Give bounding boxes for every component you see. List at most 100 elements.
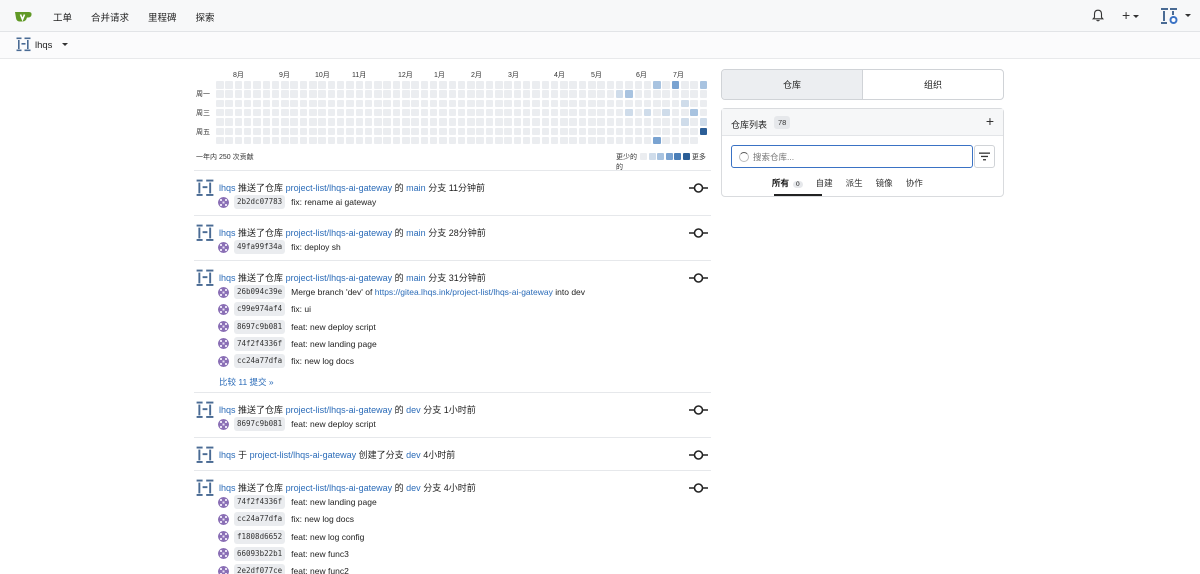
commit-author-avatar[interactable] bbox=[218, 513, 229, 525]
heatmap-cell bbox=[355, 118, 363, 126]
feed-branch-link[interactable]: dev bbox=[406, 405, 421, 415]
feed-user-link[interactable]: lhqs bbox=[219, 450, 236, 460]
feed-repo-link[interactable]: project-list/lhqs-ai-gateway bbox=[286, 483, 393, 493]
create-menu[interactable]: + bbox=[1122, 7, 1140, 23]
heatmap-month: 5月 bbox=[591, 72, 602, 79]
commit-sha[interactable]: 74f2f4336f bbox=[234, 495, 286, 509]
commit-sha[interactable]: c99e974af4 bbox=[234, 302, 286, 317]
commit-author-avatar[interactable] bbox=[218, 321, 229, 333]
feed-branch-link[interactable]: main bbox=[406, 183, 426, 193]
feed-branch-link[interactable]: main bbox=[406, 228, 426, 238]
repo-search-box[interactable] bbox=[731, 145, 973, 168]
commit-author-avatar[interactable] bbox=[218, 196, 229, 208]
nav-issues[interactable]: 工单 bbox=[53, 10, 72, 24]
merge-url-link[interactable]: https://gitea.lhqs.ink/project-list/lhqs… bbox=[375, 287, 553, 297]
commit-author-avatar[interactable] bbox=[218, 548, 229, 560]
heatmap-cell bbox=[281, 90, 289, 98]
user-avatar[interactable] bbox=[1160, 7, 1178, 25]
commit-author-avatar[interactable] bbox=[218, 241, 229, 253]
commit-sha[interactable]: 66093b22b1 bbox=[234, 546, 286, 561]
feed-repo-link[interactable]: project-list/lhqs-ai-gateway bbox=[286, 183, 393, 193]
heatmap-month: 1月 bbox=[434, 72, 445, 79]
commit-sha[interactable]: 49fa99f34a bbox=[234, 240, 286, 254]
commit-author-avatar[interactable] bbox=[218, 355, 229, 367]
feed-user-avatar[interactable] bbox=[196, 446, 214, 464]
heatmap-cell bbox=[355, 136, 363, 145]
feed-branch-link[interactable]: main bbox=[406, 273, 426, 283]
commit-sha[interactable]: 8697c9b081 bbox=[234, 319, 286, 334]
feed-item: lhqs 推送了仓库 project-list/lhqs-ai-gateway … bbox=[194, 392, 711, 437]
commit-sha[interactable]: 8697c9b081 bbox=[234, 417, 286, 431]
context-switcher-label[interactable]: lhqs bbox=[35, 40, 52, 51]
chevron-down-icon[interactable] bbox=[62, 43, 68, 46]
heatmap-cell bbox=[262, 81, 270, 89]
heatmap-cell bbox=[662, 108, 670, 117]
feed-user-avatar[interactable] bbox=[196, 179, 214, 197]
heatmap-cell bbox=[476, 136, 484, 145]
tab-organizations[interactable]: 组织 bbox=[863, 70, 1003, 99]
subtab-forks[interactable]: 派生 bbox=[846, 177, 863, 189]
commit-sha[interactable]: f1808d6652 bbox=[234, 529, 286, 544]
commit-author-avatar[interactable] bbox=[218, 338, 229, 350]
commit-author-avatar[interactable] bbox=[218, 531, 229, 543]
feed-user-avatar[interactable] bbox=[196, 224, 214, 242]
feed-user-link[interactable]: lhqs bbox=[219, 228, 236, 238]
heatmap-cell bbox=[541, 127, 549, 135]
feed-repo-link[interactable]: project-list/lhqs-ai-gateway bbox=[286, 228, 393, 238]
nav-explore[interactable]: 探索 bbox=[196, 10, 215, 24]
heatmap-cell bbox=[439, 99, 447, 108]
tab-repositories[interactable]: 仓库 bbox=[722, 70, 863, 99]
commit-sha[interactable]: 74f2f4336f bbox=[234, 336, 286, 351]
heatmap-cell bbox=[634, 99, 642, 108]
feed-user-avatar[interactable] bbox=[196, 269, 214, 287]
heatmap-cell bbox=[606, 136, 615, 145]
heatmap-cell bbox=[615, 108, 624, 117]
commit-sha[interactable]: 2b2dc07783 bbox=[234, 195, 286, 209]
commit-author-avatar[interactable] bbox=[218, 286, 229, 298]
feed-user-link[interactable]: lhqs bbox=[219, 405, 236, 415]
feed-repo-link[interactable]: project-list/lhqs-ai-gateway bbox=[250, 450, 357, 460]
compare-commits-link[interactable]: 比较 11 提交 » bbox=[219, 376, 274, 388]
feed-user-avatar[interactable] bbox=[196, 479, 214, 497]
commit-icon bbox=[689, 405, 708, 415]
feed-user-link[interactable]: lhqs bbox=[219, 183, 236, 193]
filter-button[interactable] bbox=[974, 145, 995, 168]
nav-pull-requests[interactable]: 合并请求 bbox=[91, 10, 129, 24]
commit-author-avatar[interactable] bbox=[218, 565, 229, 574]
feed-branch-link[interactable]: dev bbox=[406, 483, 421, 493]
heatmap-cell bbox=[578, 81, 587, 89]
feed-repo-link[interactable]: project-list/lhqs-ai-gateway bbox=[286, 405, 393, 415]
feed-user-link[interactable]: lhqs bbox=[219, 483, 236, 493]
chevron-down-icon[interactable] bbox=[1185, 14, 1191, 17]
commit-author-avatar[interactable] bbox=[218, 303, 229, 315]
subtab-collaborative[interactable]: 协作 bbox=[906, 177, 923, 189]
heatmap-cell bbox=[318, 136, 326, 145]
nav-milestones[interactable]: 里程碑 bbox=[148, 10, 177, 24]
commit-author-avatar[interactable] bbox=[218, 418, 229, 430]
subtab-sources[interactable]: 自建 bbox=[816, 177, 833, 189]
heatmap-cell bbox=[216, 127, 224, 135]
commit-author-avatar[interactable] bbox=[218, 496, 229, 508]
heatmap-cell bbox=[299, 127, 308, 135]
commit-sha[interactable]: 26b094c39e bbox=[234, 285, 286, 299]
org-avatar[interactable] bbox=[16, 37, 31, 52]
commit-sha[interactable]: cc24a77dfa bbox=[234, 354, 286, 369]
repo-list-header: 仓库列表 78 + bbox=[722, 109, 1003, 136]
subtab-mirrors[interactable]: 镜像 bbox=[876, 177, 893, 189]
heatmap-cell bbox=[290, 136, 298, 145]
context-bar bbox=[0, 32, 1200, 59]
add-repo-button[interactable]: + bbox=[986, 113, 994, 129]
heatmap-cell bbox=[327, 81, 336, 89]
bell-icon[interactable] bbox=[1092, 9, 1104, 22]
commit-sha[interactable]: cc24a77dfa bbox=[234, 512, 286, 527]
commit-message: fix: new log docs bbox=[291, 356, 354, 367]
commit-sha[interactable]: 2e2df077ce bbox=[234, 564, 286, 574]
gitea-logo-icon[interactable] bbox=[14, 9, 33, 23]
feed-repo-link[interactable]: project-list/lhqs-ai-gateway bbox=[286, 273, 393, 283]
feed-user-link[interactable]: lhqs bbox=[219, 273, 236, 283]
heatmap-cell bbox=[457, 81, 466, 89]
feed-user-avatar[interactable] bbox=[196, 401, 214, 419]
feed-branch-link[interactable]: dev bbox=[406, 450, 421, 460]
repo-search-input[interactable] bbox=[753, 150, 963, 164]
subtab-all[interactable]: 所有 0 bbox=[772, 177, 803, 189]
